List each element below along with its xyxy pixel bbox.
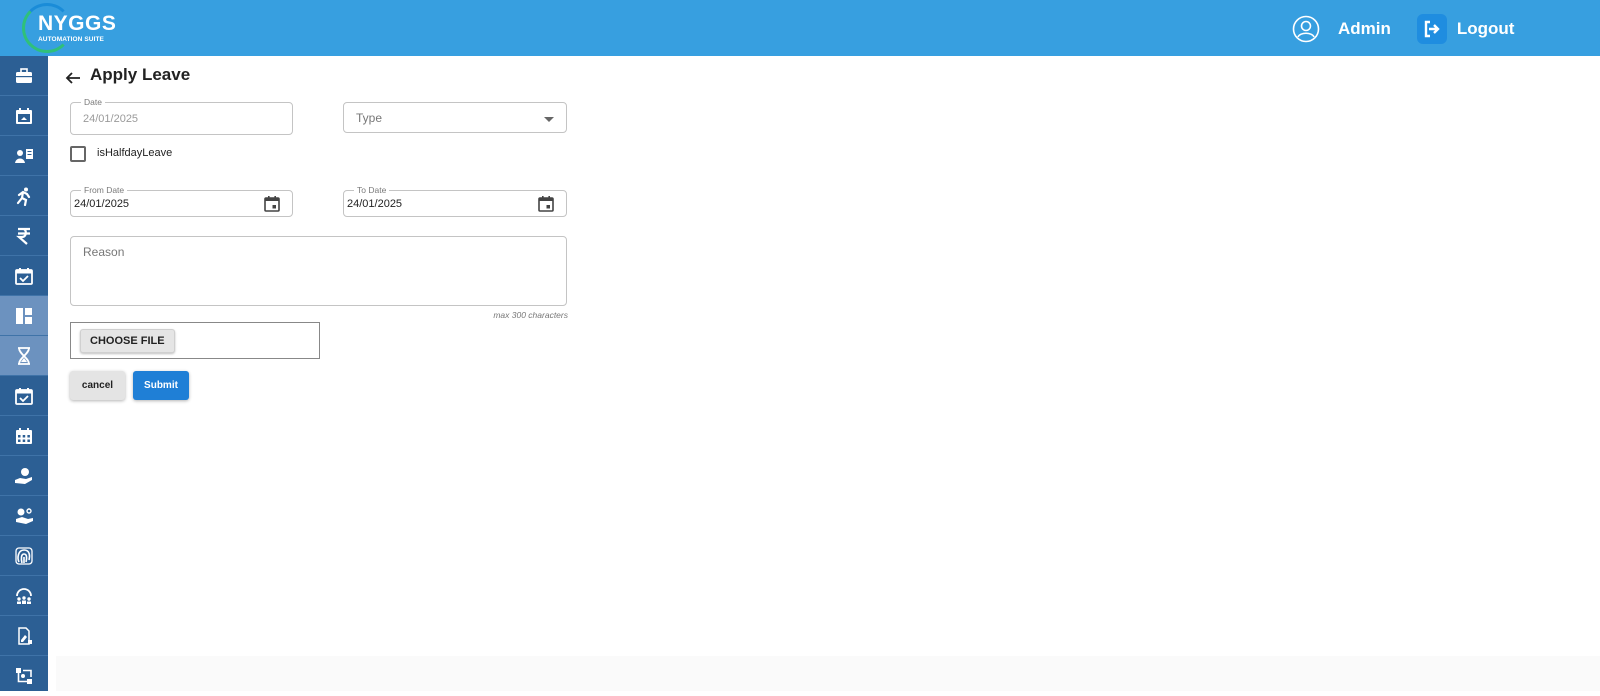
reason-char-limit: max 300 characters: [493, 310, 568, 320]
workflow-icon: [16, 668, 32, 684]
rupee-icon: [16, 227, 30, 245]
reason-placeholder: Reason: [83, 245, 125, 259]
cancel-button[interactable]: cancel: [70, 371, 125, 400]
logout-label: Logout: [1456, 19, 1515, 38]
from-date-value: 24/01/2025: [74, 198, 130, 210]
hand-money-icon: [16, 507, 33, 524]
run-icon: [16, 187, 31, 206]
date-field[interactable]: Date 24/01/2025: [70, 97, 293, 135]
to-date-label: To Date: [354, 185, 390, 195]
fingerprint-icon: [15, 546, 33, 565]
calendar-grid-icon: [16, 427, 32, 444]
date-field-label: Date: [81, 97, 105, 107]
sidebar-item-employees[interactable]: [0, 136, 48, 176]
chevron-down-icon: [544, 117, 554, 122]
reason-textarea[interactable]: Reason: [70, 236, 567, 306]
brand-tagline: AUTOMATION SUITE: [38, 36, 104, 43]
sidebar-item-attendance[interactable]: [0, 256, 48, 296]
sidebar-item-schedule[interactable]: [0, 376, 48, 416]
dashboard-icon: [16, 307, 32, 324]
sidebar-item-team[interactable]: [0, 576, 48, 616]
calendar-icon[interactable]: [263, 195, 281, 213]
user-area: Admin Logout: [1292, 14, 1514, 44]
to-date-value: 24/01/2025: [347, 198, 403, 210]
sidebar-item-leave[interactable]: [0, 336, 48, 376]
main-content: [48, 56, 1600, 691]
hourglass-icon: [18, 346, 30, 365]
logout-icon: [1416, 14, 1447, 44]
from-date-label: From Date: [81, 185, 128, 195]
top-bar: NYGGS AUTOMATION SUITE Admin Logout: [0, 0, 1600, 56]
leave-type-placeholder: Type: [356, 111, 383, 125]
page-title: Apply Leave: [90, 65, 191, 84]
calendar-icon: [16, 107, 32, 124]
sidebar-item-documents[interactable]: [0, 616, 48, 656]
brand-name: NYGGS: [38, 12, 117, 35]
sidebar-item-expenses[interactable]: [0, 496, 48, 536]
sidebar-item-calendar[interactable]: [0, 96, 48, 136]
sidebar-item-biometric[interactable]: [0, 536, 48, 576]
date-field-value: 24/01/2025: [83, 113, 139, 125]
to-date-field[interactable]: To Date 24/01/2025: [343, 185, 567, 217]
footer: [56, 656, 1600, 691]
sidebar-item-payroll[interactable]: [0, 216, 48, 256]
briefcase-icon: [16, 67, 32, 83]
from-date-field[interactable]: From Date 24/01/2025: [70, 185, 293, 217]
leave-type-select[interactable]: Type: [343, 102, 567, 133]
sidebar-item-holidays[interactable]: [0, 416, 48, 456]
calendar-check-icon: [15, 387, 33, 405]
brand-logo[interactable]: NYGGS AUTOMATION SUITE: [22, 3, 118, 53]
sidebar-item-workflow[interactable]: [0, 656, 48, 696]
sidebar: [0, 56, 48, 691]
file-input[interactable]: CHOOSE FILE: [70, 322, 320, 359]
back-arrow-icon[interactable]: [63, 68, 83, 88]
sidebar-item-projects[interactable]: [0, 56, 48, 96]
id-card-icon: [15, 148, 33, 163]
half-day-checkbox[interactable]: [70, 146, 86, 162]
sidebar-item-loans[interactable]: [0, 456, 48, 496]
calendar-icon[interactable]: [537, 195, 555, 213]
user-circle-icon[interactable]: [1292, 15, 1320, 43]
document-sign-icon: [18, 626, 32, 645]
calendar-check-icon: [15, 267, 33, 285]
logout-button[interactable]: Logout: [1416, 14, 1515, 44]
half-day-label: isHalfdayLeave: [97, 147, 173, 159]
sidebar-item-dashboard[interactable]: [0, 296, 48, 336]
user-name[interactable]: Admin: [1338, 19, 1391, 39]
sidebar-item-activity[interactable]: [0, 176, 48, 216]
hand-coin-icon: [15, 467, 32, 484]
team-icon: [16, 587, 32, 604]
choose-file-button[interactable]: CHOOSE FILE: [80, 329, 175, 353]
submit-button[interactable]: Submit: [133, 371, 189, 400]
